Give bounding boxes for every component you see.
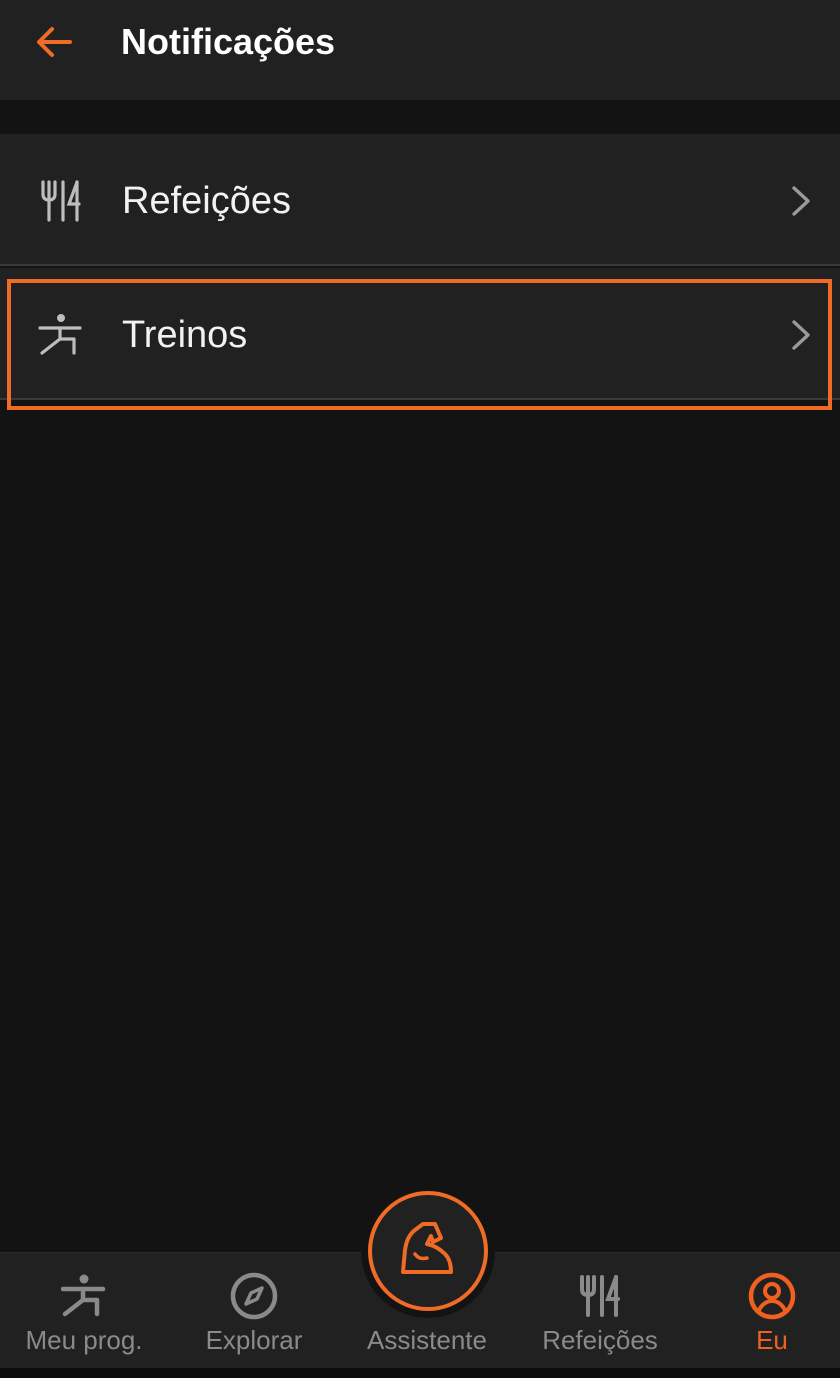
nav-label: Meu prog. bbox=[25, 1325, 143, 1355]
notifications-screen: Notificações Refeições Treinos Meu prog.… bbox=[0, 0, 840, 1378]
page-title: Notificações bbox=[121, 21, 336, 62]
nav-label: Assistente bbox=[367, 1325, 487, 1355]
assistant-button[interactable] bbox=[368, 1191, 488, 1311]
app-header: Notificações bbox=[0, 0, 840, 100]
menu-item-label: Refeições bbox=[122, 180, 291, 222]
compass-icon bbox=[229, 1271, 279, 1321]
system-nav-bar bbox=[0, 1368, 840, 1378]
nav-item-me[interactable]: Eu bbox=[688, 1253, 840, 1369]
nav-label: Explorar bbox=[205, 1325, 303, 1355]
muscle-arm-icon bbox=[401, 1222, 453, 1274]
nav-item-meals[interactable]: Refeições bbox=[516, 1253, 684, 1369]
arrow-left-icon bbox=[37, 27, 72, 57]
fork-knife-icon bbox=[575, 1271, 625, 1321]
profile-icon bbox=[747, 1271, 797, 1321]
nav-item-explore[interactable]: Explorar bbox=[170, 1253, 338, 1369]
chevron-right-icon bbox=[786, 318, 816, 352]
nav-item-my-program[interactable]: Meu prog. bbox=[0, 1253, 168, 1369]
back-button[interactable] bbox=[30, 20, 78, 64]
nav-label: Refeições bbox=[542, 1325, 658, 1355]
exercise-icon bbox=[59, 1271, 109, 1321]
fork-knife-icon bbox=[36, 180, 86, 222]
menu-item-meals[interactable]: Refeições bbox=[0, 134, 840, 266]
chevron-right-icon bbox=[786, 184, 816, 218]
exercise-icon bbox=[36, 314, 86, 356]
nav-label: Eu bbox=[756, 1325, 788, 1355]
menu-item-workouts[interactable]: Treinos bbox=[0, 268, 840, 400]
menu-item-label: Treinos bbox=[122, 314, 248, 356]
